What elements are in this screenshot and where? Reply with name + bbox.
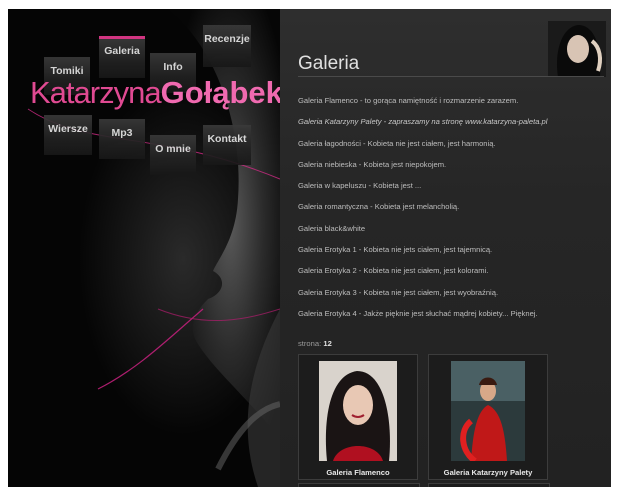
site-logo[interactable]: KatarzynaGołąbek (30, 77, 280, 108)
content-panel: Galeria Galeria Flamenco - to gorąca nam… (280, 9, 611, 487)
gallery-link[interactable]: Galeria Erotyka 1 - Kobieta nie jets cia… (298, 244, 604, 265)
pager-label: strona: (298, 339, 322, 348)
logo-first-name: Katarzyna (30, 75, 162, 110)
gallery-list: Galeria Flamenco - to gorąca namiętność … (298, 95, 604, 329)
thumbnail-caption: Galeria Flamenco (326, 468, 390, 477)
gallery-link[interactable]: Galeria niebieska - Kobieta jest niepoko… (298, 159, 604, 180)
logo-last-name: Gołąbek (160, 75, 280, 110)
gallery-thumbnail[interactable]: Galeria Katarzyny Palety (428, 354, 548, 480)
gallery-link[interactable]: Galeria w kapeluszu - Kobieta jest ... (298, 180, 604, 201)
page-title: Galeria (298, 53, 360, 74)
thumbnail-caption: Galeria Katarzyny Palety (443, 468, 533, 477)
nav-kontakt[interactable]: Kontakt (203, 125, 251, 165)
thumbnail-image (319, 361, 397, 461)
nav-mp3[interactable]: Mp3 (99, 119, 145, 159)
gallery-thumbnail-next-row[interactable] (298, 483, 420, 487)
gallery-link[interactable]: Galeria black&white (298, 223, 604, 244)
nav-recenzje[interactable]: Recenzje (203, 25, 251, 67)
title-divider (298, 76, 604, 77)
gallery-link[interactable]: Galeria Katarzyny Palety - zapraszamy na… (298, 116, 604, 137)
nav-o-mnie[interactable]: O mnie (150, 135, 196, 175)
nav-galeria[interactable]: Galeria (99, 36, 145, 78)
gallery-link[interactable]: Galeria romantyczna - Kobieta jest melan… (298, 201, 604, 222)
gallery-link[interactable]: Galeria Flamenco - to gorąca namiętność … (298, 95, 604, 116)
gallery-thumbnail-next-row[interactable] (428, 483, 550, 487)
gallery-link[interactable]: Galeria Erotyka 2 - Kobieta nie jest cia… (298, 265, 604, 286)
gallery-link[interactable]: Galeria łagodności - Kobieta nie jest ci… (298, 138, 604, 159)
gallery-link[interactable]: Galeria Erotyka 3 - Kobieta nie jest cia… (298, 287, 604, 308)
thumbnail-image (451, 361, 525, 461)
page-frame: Tomiki Galeria Info Recenzje Wiersze Mp3… (8, 9, 611, 487)
header-artwork: Tomiki Galeria Info Recenzje Wiersze Mp3… (8, 9, 280, 487)
pager-page-number[interactable]: 12 (323, 339, 331, 348)
gallery-thumbnail[interactable]: Galeria Flamenco (298, 354, 418, 480)
nav-wiersze[interactable]: Wiersze (44, 115, 92, 155)
pager: strona: 12 (298, 339, 332, 348)
author-portrait (548, 21, 606, 77)
gallery-link[interactable]: Galeria Erotyka 4 - Jakże pięknie jest s… (298, 308, 604, 329)
portrait-image (548, 21, 606, 77)
